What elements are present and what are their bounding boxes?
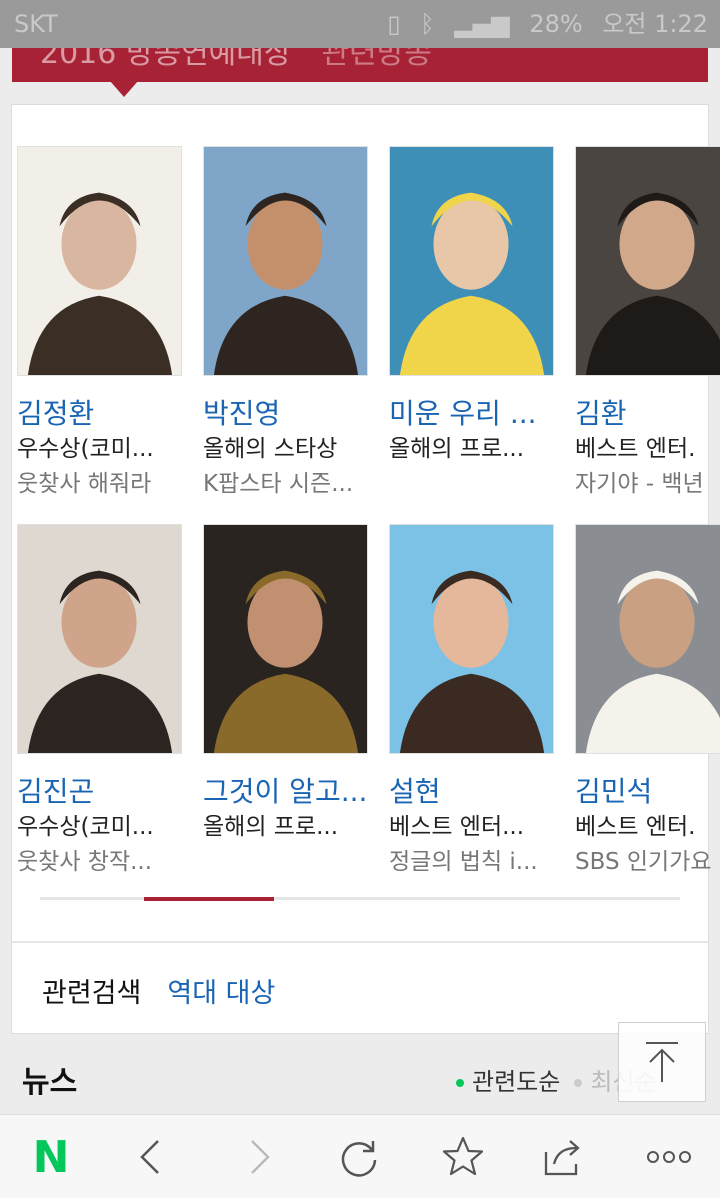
result-name-link[interactable]: 김민석 bbox=[575, 774, 720, 810]
related-search: 관련검색 역대 대상 bbox=[42, 971, 275, 1010]
result-item[interactable]: 설현베스트 엔터... 정글의 법칙 i... bbox=[389, 524, 559, 880]
result-program: SBS 인기가요 bbox=[575, 849, 712, 875]
sort-relevance[interactable]: 관련도순 bbox=[456, 1068, 560, 1096]
result-thumbnail[interactable] bbox=[203, 146, 368, 376]
result-award: 베스트 엔터. bbox=[575, 436, 696, 462]
share-icon bbox=[544, 1140, 580, 1176]
results-card: 김정환우수상(코미... 웃찾사 해줘라 박진영올해의 스타상 K팝스타 시즌... 미… bbox=[11, 104, 720, 1034]
show-poster-icon bbox=[204, 525, 367, 753]
result-thumbnail[interactable] bbox=[17, 524, 182, 754]
result-program: 자기야 - 백년 bbox=[575, 471, 704, 497]
show-poster-icon bbox=[390, 147, 553, 375]
clock: 오전 1:22 bbox=[602, 10, 708, 38]
bookmark-button[interactable] bbox=[418, 1115, 508, 1198]
forward-button[interactable] bbox=[214, 1115, 304, 1198]
arrow-up-icon bbox=[646, 1042, 678, 1082]
person-photo-icon bbox=[390, 525, 553, 753]
result-thumbnail[interactable] bbox=[203, 524, 368, 754]
result-name-link[interactable]: 설현 bbox=[389, 774, 559, 810]
result-award: 올해의 프로... bbox=[203, 814, 339, 840]
result-item[interactable]: 김정환우수상(코미... 웃찾사 해줘라 bbox=[17, 146, 187, 502]
result-program: K팝스타 시즌... bbox=[203, 471, 354, 497]
result-award: 올해의 스타상 bbox=[203, 436, 338, 462]
result-item[interactable]: 김환베스트 엔터. 자기야 - 백년 bbox=[575, 146, 720, 502]
sort-relevance-label: 관련도순 bbox=[472, 1068, 561, 1096]
result-thumbnail[interactable] bbox=[575, 146, 720, 376]
more-dots-icon bbox=[647, 1151, 691, 1163]
result-award: 베스트 엔터. bbox=[575, 814, 696, 840]
carousel-pager-indicator[interactable] bbox=[144, 897, 274, 901]
naver-home-button[interactable]: N bbox=[6, 1115, 96, 1198]
share-button[interactable] bbox=[520, 1115, 610, 1198]
result-item[interactable]: 미운 우리 ... 올해의 프로... bbox=[389, 146, 559, 466]
result-name-link[interactable]: 김진곤 bbox=[17, 774, 187, 810]
result-name-link[interactable]: 김환 bbox=[575, 396, 720, 432]
person-photo-icon bbox=[18, 147, 181, 375]
carousel-pager[interactable] bbox=[40, 897, 680, 901]
battery-level: 28% bbox=[529, 10, 583, 38]
back-button[interactable] bbox=[106, 1115, 196, 1198]
result-program: 정글의 법칙 i... bbox=[389, 849, 538, 875]
chevron-left-icon bbox=[140, 1140, 159, 1174]
naver-logo-icon: N bbox=[32, 1131, 70, 1183]
result-thumbnail[interactable] bbox=[389, 146, 554, 376]
result-thumbnail[interactable] bbox=[575, 524, 720, 754]
carrier-label: SKT bbox=[14, 10, 58, 38]
person-photo-icon bbox=[576, 147, 720, 375]
vibrate-icon: ▯ bbox=[387, 10, 401, 38]
result-award: 올해의 프로... bbox=[389, 436, 525, 462]
result-item[interactable]: 그것이 알고... 올해의 프로... bbox=[203, 524, 373, 844]
active-dot-icon bbox=[456, 1079, 464, 1087]
status-bar: SKT ▯ ᛒ ▂▄▆ 28% 오전 1:22 bbox=[0, 0, 720, 48]
result-name-link[interactable]: 그것이 알고... bbox=[203, 774, 373, 810]
signal-icon: ▂▄▆ bbox=[454, 10, 510, 38]
star-icon bbox=[442, 1136, 484, 1176]
result-thumbnail[interactable] bbox=[389, 524, 554, 754]
more-menu-button[interactable] bbox=[624, 1115, 714, 1198]
inactive-dot-icon bbox=[574, 1079, 583, 1087]
person-photo-icon bbox=[576, 525, 720, 753]
divider bbox=[12, 941, 708, 943]
result-name-link[interactable]: 김정환 bbox=[17, 396, 187, 432]
result-award: 베스트 엔터... bbox=[389, 814, 525, 840]
result-award: 우수상(코미... bbox=[17, 814, 154, 840]
result-program: 웃찾사 해줘라 bbox=[17, 471, 152, 497]
result-item[interactable]: 김민석베스트 엔터. SBS 인기가요 bbox=[575, 524, 720, 880]
news-section-title: 뉴스 bbox=[22, 1065, 78, 1100]
result-award: 우수상(코미... bbox=[17, 436, 154, 462]
result-item[interactable]: 김진곤우수상(코미... 웃찾사 창작... bbox=[17, 524, 187, 880]
result-item[interactable]: 박진영올해의 스타상 K팝스타 시즌... bbox=[203, 146, 373, 502]
banner-pointer bbox=[110, 81, 138, 97]
result-name-link[interactable]: 미운 우리 ... bbox=[389, 396, 559, 432]
scroll-to-top-button[interactable] bbox=[618, 1022, 706, 1102]
person-photo-icon bbox=[18, 525, 181, 753]
person-photo-icon bbox=[204, 147, 367, 375]
status-right: ▯ ᛒ ▂▄▆ 28% 오전 1:22 bbox=[375, 0, 708, 48]
related-search-label: 관련검색 bbox=[42, 978, 142, 1009]
chevron-right-icon bbox=[251, 1140, 270, 1174]
result-thumbnail[interactable] bbox=[17, 146, 182, 376]
browser-toolbar: N bbox=[0, 1114, 720, 1198]
related-search-link[interactable]: 역대 대상 bbox=[167, 978, 275, 1009]
result-name-link[interactable]: 박진영 bbox=[203, 396, 373, 432]
refresh-icon bbox=[341, 1141, 377, 1177]
result-program: 웃찾사 창작... bbox=[17, 849, 153, 875]
bluetooth-icon: ᛒ bbox=[420, 10, 435, 38]
refresh-button[interactable] bbox=[314, 1115, 404, 1198]
